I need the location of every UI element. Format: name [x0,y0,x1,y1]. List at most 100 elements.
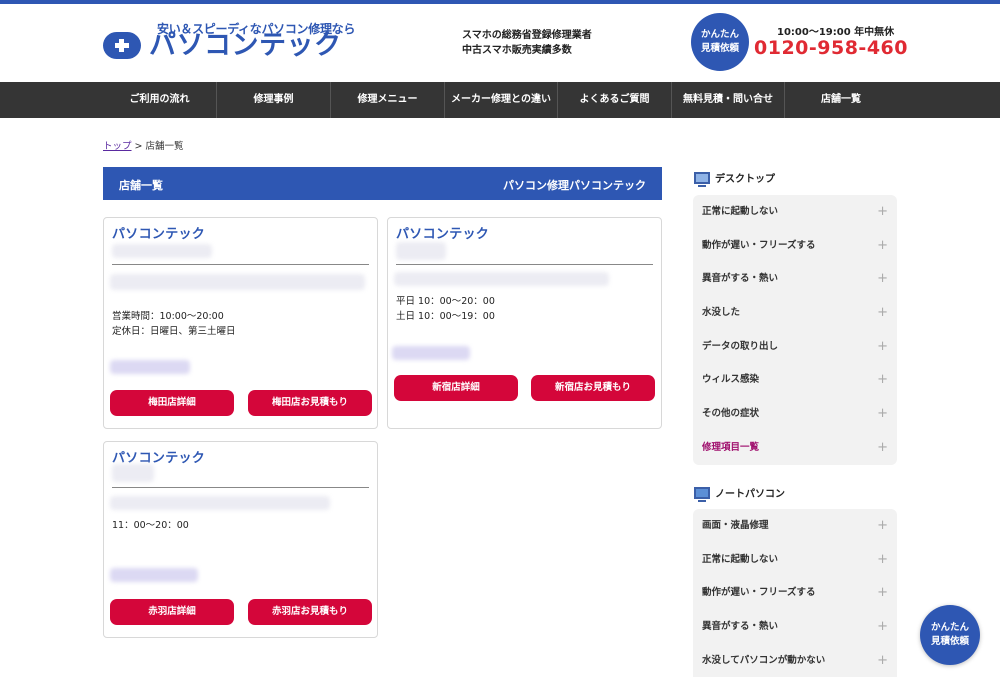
expand-plus-icon: + [877,204,888,219]
sidebar-desktop-title: デスクトップ [715,174,775,185]
sidebar-item-label: データの取り出し [702,340,779,352]
card-divider [396,264,653,265]
breadcrumb-current: 店舗一覧 [145,141,184,152]
store-address-redacted [394,272,609,286]
expand-plus-icon: + [877,439,888,455]
sidebar-item-noise-heat[interactable]: 異音がする・熱い + [693,610,897,644]
card-divider [112,487,369,488]
expand-plus-icon: + [877,652,888,668]
store-address-redacted [110,496,330,510]
sidebar-item-label: 異音がする・熱い [702,621,779,633]
store-phone-redacted [110,360,190,374]
expand-plus-icon: + [877,406,888,422]
header-tagline: スマホの総務省登録修理業者 中古スマホ販売実績多数 [462,28,592,58]
sidebar-item-water-damage[interactable]: 水没した + [693,296,897,330]
float-line-2: 見積依頼 [930,636,969,647]
shinjuku-estimate-button[interactable]: 新宿店お見積もり [531,375,655,401]
store-name: パソコンテック [396,227,490,242]
nav-item-contact[interactable]: 無料見積・問い合せ [671,82,784,118]
nav-item-menu[interactable]: 修理メニュー [330,82,444,118]
sidebar-item-not-booting[interactable]: 正常に起動しない + [693,543,897,577]
sidebar-item-label: 動作が遅い・フリーズする [702,587,816,599]
sidebar-item-not-booting[interactable]: 正常に起動しない + [693,195,897,229]
store-list-header: 店舗一覧 パソコン修理パソコンテック [103,167,662,200]
sidebar-item-label: 正常に起動しない [702,553,779,565]
store-phone-redacted [392,346,470,360]
expand-plus-icon: + [877,237,888,253]
sidebar-item-water-damage[interactable]: 水没してパソコンが動かない + [693,644,897,677]
store-name: パソコンテック [112,227,206,242]
store-branch-redacted [112,244,212,258]
store-card-umeda: パソコンテック 営業時間：10:00〜20:00 定休日：日曜日、第三土曜日 梅… [103,217,378,429]
sidebar-item-noise-heat[interactable]: 異音がする・熱い + [693,262,897,296]
shinjuku-detail-button[interactable]: 新宿店詳細 [394,375,518,401]
sidebar-desktop-heading: デスクトップ [694,170,775,187]
store-card-akabane: パソコンテック 11：00〜20：00 赤羽店詳細 赤羽店お見積もり [103,441,378,638]
sidebar-item-data-recovery[interactable]: データの取り出し + [693,330,897,364]
expand-plus-icon: + [877,518,888,533]
store-hours: 平日 10：00〜20：00 土日 10：00〜19：00 [396,296,495,322]
expand-plus-icon: + [877,619,888,635]
sidebar-item-screen-repair[interactable]: 画面・液晶修理 + [693,509,897,543]
sidebar-item-slow-freeze[interactable]: 動作が遅い・フリーズする + [693,576,897,610]
breadcrumb-separator: > [134,141,143,152]
umeda-estimate-button[interactable]: 梅田店お見積もり [248,390,372,416]
top-accent-bar [0,0,1000,4]
nav-item-flow[interactable]: ご利用の流れ [103,82,216,118]
expand-plus-icon: + [877,551,888,567]
sidebar-item-label: その他の症状 [702,408,760,420]
nav-item-faq[interactable]: よくあるご質問 [557,82,671,118]
breadcrumb-home-link[interactable]: トップ [103,141,132,152]
sidebar-desktop-menu: 正常に起動しない + 動作が遅い・フリーズする + 異音がする・熱い + 水没した + … [693,195,897,465]
estimate-line-2: 見積依頼 [700,43,739,54]
sidebar-notebook-heading: ノートパソコン [694,485,785,502]
sidebar-item-label: 正常に起動しない [702,206,779,217]
float-line-1: かんたん [930,622,969,633]
akabane-detail-button[interactable]: 赤羽店詳細 [110,599,234,625]
store-list-brand: パソコン修理パソコンテック [503,179,646,192]
phone-number[interactable]: 0120-958-460 [754,37,908,59]
store-card-shinjuku: パソコンテック 平日 10：00〜20：00 土日 10：00〜19：00 新宿… [387,217,662,429]
logo-name: パソコンテック [149,30,342,61]
store-hours: 営業時間：10:00〜20:00 定休日：日曜日、第三土曜日 [112,311,236,337]
tagline-line-2: 中古スマホ販売実績多数 [462,45,572,56]
expand-plus-icon: + [877,338,888,354]
sidebar-item-label: 異音がする・熱い [702,273,779,285]
laptop-icon [694,487,710,502]
tagline-line-1: スマホの総務省登録修理業者 [462,30,592,41]
expand-plus-icon: + [877,305,888,321]
estimate-line-1: かんたん [700,29,739,40]
sidebar-item-label: 水没した [702,307,741,319]
nav-item-stores[interactable]: 店舗一覧 [784,82,897,118]
breadcrumb: トップ > 店舗一覧 [103,138,184,152]
nav-item-difference[interactable]: メーカー修理との違い [444,82,557,118]
akabane-estimate-button[interactable]: 赤羽店お見積もり [248,599,372,625]
sidebar-item-slow-freeze[interactable]: 動作が遅い・フリーズする + [693,229,897,263]
site-logo[interactable]: 安い＆スピーディなパソコン修理なら パソコンテック [103,20,363,66]
sidebar-item-label: 画面・液晶修理 [702,520,769,531]
store-phone-redacted [110,568,198,582]
store-branch-redacted [396,242,446,260]
logo-plus-icon [103,32,141,59]
sidebar-item-all-repairs[interactable]: 修理項目一覧 + [693,431,897,465]
sidebar-item-label: ウィルス感染 [702,374,760,386]
sidebar-item-label: 水没してパソコンが動かない [702,654,826,666]
expand-plus-icon: + [877,372,888,388]
main-nav: ご利用の流れ 修理事例 修理メニュー メーカー修理との違い よくあるご質問 無料… [0,82,1000,118]
sidebar-item-virus[interactable]: ウィルス感染 + [693,363,897,397]
expand-plus-icon: + [877,271,888,287]
business-hours: 10:00〜19:00 年中無休 [777,27,895,38]
sidebar-item-label: 動作が遅い・フリーズする [702,239,816,251]
umeda-detail-button[interactable]: 梅田店詳細 [110,390,234,416]
card-divider [112,264,369,265]
nav-item-cases[interactable]: 修理事例 [216,82,330,118]
desktop-pc-icon [694,172,710,187]
expand-plus-icon: + [877,585,888,601]
sidebar-item-other[interactable]: その他の症状 + [693,397,897,431]
store-address-redacted [110,274,365,290]
floating-estimate-button[interactable]: かんたん 見積依頼 [920,605,980,665]
store-list-title: 店舗一覧 [119,179,163,192]
sidebar-notebook-menu: 画面・液晶修理 + 正常に起動しない + 動作が遅い・フリーズする + 異音がする・熱… [693,509,897,677]
sidebar-item-label: 修理項目一覧 [702,441,760,453]
header-estimate-button[interactable]: かんたん 見積依頼 [691,13,749,71]
